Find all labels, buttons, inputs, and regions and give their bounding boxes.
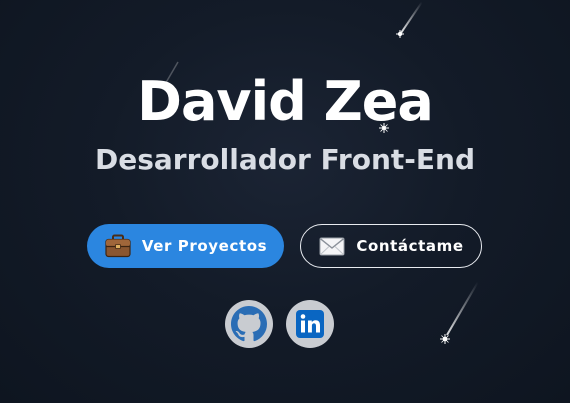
envelope-icon [318, 234, 346, 258]
shooting-star-top [396, 1, 423, 38]
view-projects-label: Ver Proyectos [141, 237, 268, 255]
linkedin-icon [296, 310, 324, 338]
contact-label: Contáctame [356, 237, 464, 255]
linkedin-link[interactable] [286, 300, 334, 348]
contact-button[interactable]: Contáctame [300, 224, 482, 268]
hero-name: David Zea [137, 70, 434, 133]
shooting-star-bottom [440, 281, 479, 344]
view-projects-button[interactable]: Ver Proyectos [87, 224, 284, 268]
briefcase-icon [104, 234, 132, 258]
hero-role: Desarrollador Front-End [95, 143, 475, 176]
github-icon [231, 306, 267, 342]
github-link[interactable] [225, 300, 273, 348]
hero-section: David Zea Desarrollador Front-End Ver Pr… [0, 0, 570, 403]
